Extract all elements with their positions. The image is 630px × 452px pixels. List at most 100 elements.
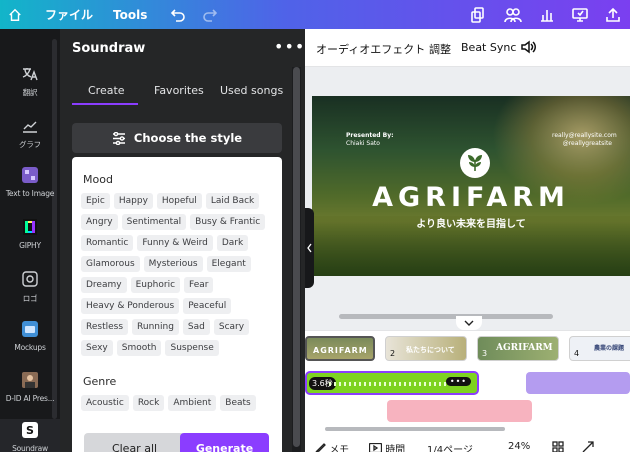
mood-chip[interactable]: Angry: [81, 214, 118, 230]
genre-chip[interactable]: Beats: [220, 395, 256, 411]
zoom-level[interactable]: 24%: [508, 441, 530, 452]
mood-title: Mood: [83, 173, 113, 186]
logo-icon: [22, 271, 38, 287]
rail-item-did-ai[interactable]: D-ID AI Pres...: [0, 372, 60, 403]
mood-chip[interactable]: Peaceful: [183, 298, 232, 314]
soundraw-panel: Soundraw ••• Create Favorites Used songs…: [60, 29, 305, 452]
canvas-scrollbar[interactable]: [339, 314, 553, 319]
timeline-scrollbar[interactable]: [325, 427, 505, 431]
genre-chip[interactable]: Acoustic: [81, 395, 129, 411]
mood-chip[interactable]: Busy & Frantic: [190, 214, 266, 230]
audio-track-selected[interactable]: 3.6秒 •••: [305, 371, 479, 395]
page-thumbnail-2[interactable]: 2 私たちについて: [385, 336, 467, 361]
beat-sync-button[interactable]: Beat Sync: [461, 41, 516, 54]
slide-handle: @reallygreatsite: [562, 140, 612, 147]
volume-button[interactable]: [521, 40, 536, 57]
present-button[interactable]: [572, 0, 588, 29]
rail-item-label: GIPHY: [19, 241, 41, 250]
share-people-button[interactable]: [504, 0, 522, 29]
mood-chip[interactable]: Restless: [81, 319, 129, 335]
mood-chip[interactable]: Smooth: [116, 340, 162, 356]
mood-chip[interactable]: Epic: [81, 193, 110, 209]
slide-preview[interactable]: Presented By: Chiaki Sato really@reallys…: [312, 96, 630, 276]
page-thumbnail-text: 農業の課題: [594, 345, 625, 352]
undo-button[interactable]: [170, 0, 186, 29]
genre-chip[interactable]: Ambient: [168, 395, 217, 411]
page-number: 4: [574, 349, 580, 358]
canvas-side-handle[interactable]: [305, 208, 314, 288]
clear-all-button[interactable]: Clear all: [84, 433, 185, 452]
left-rail: 翻訳 グラフ Text to Image GIPHY ロゴ Mockups D-…: [0, 29, 60, 452]
timeline: AGRIFARM 2 私たちについて 3 AGRIFARM 4 農業の課題 3.…: [305, 330, 630, 452]
mood-chip[interactable]: Euphoric: [130, 277, 181, 293]
mood-chip[interactable]: Elegant: [206, 256, 251, 272]
rail-item-soundraw[interactable]: S Soundraw: [0, 422, 60, 452]
slide-subtitle: より良い未来を目指して: [416, 219, 526, 230]
presented-by-label: Presented By:: [346, 132, 394, 139]
rail-item-label: D-ID AI Pres...: [5, 394, 55, 403]
audio-track-2[interactable]: [526, 372, 630, 394]
panel-scrollbar-thumb[interactable]: [293, 67, 300, 447]
genre-chip[interactable]: Rock: [132, 395, 165, 411]
panel-more-button[interactable]: •••: [274, 37, 305, 56]
rail-item-translate[interactable]: 翻訳: [0, 67, 60, 98]
insights-button[interactable]: [540, 0, 554, 29]
grid-view-button[interactable]: [552, 441, 564, 452]
mockups-icon: [22, 321, 38, 337]
mood-chip[interactable]: Dark: [216, 235, 249, 251]
audio-track-3[interactable]: [387, 400, 532, 422]
rail-item-mockups[interactable]: Mockups: [0, 321, 60, 352]
translate-icon: [22, 68, 38, 81]
page-indicator[interactable]: 1/4ページ: [427, 441, 473, 452]
rail-item-giphy[interactable]: GIPHY: [0, 219, 60, 250]
rail-item-logo[interactable]: ロゴ: [0, 271, 60, 304]
home-button[interactable]: [8, 0, 22, 29]
expand-icon: [582, 441, 594, 452]
tab-used-songs[interactable]: Used songs: [220, 84, 283, 97]
mood-chip[interactable]: Fear: [184, 277, 214, 293]
mood-chip[interactable]: Heavy & Ponderous: [81, 298, 180, 314]
mood-chip[interactable]: Laid Back: [205, 193, 260, 209]
time-label: 時間: [385, 445, 406, 452]
mood-chip[interactable]: Glamorous: [81, 256, 140, 272]
audio-more-button[interactable]: •••: [445, 377, 471, 386]
mood-chip[interactable]: Dreamy: [81, 277, 127, 293]
timer-button[interactable]: 時間: [368, 441, 406, 452]
active-tab-indicator: [72, 103, 138, 105]
rail-item-text-to-image[interactable]: Text to Image: [0, 167, 60, 198]
panel-scrollbar[interactable]: [292, 67, 301, 452]
adjust-button[interactable]: 調整: [429, 41, 451, 57]
tools-menu[interactable]: Tools: [113, 0, 147, 29]
mood-chip[interactable]: Scary: [213, 319, 250, 335]
mood-chip[interactable]: Mysterious: [143, 256, 203, 272]
redo-button[interactable]: [202, 0, 218, 29]
mood-chip[interactable]: Sad: [182, 319, 210, 335]
expand-timeline-button[interactable]: [456, 316, 482, 330]
leaf-icon: [468, 155, 482, 171]
copy-button[interactable]: [471, 0, 485, 29]
notes-button[interactable]: メモ: [315, 441, 349, 452]
mood-chip[interactable]: Funny & Weird: [137, 235, 213, 251]
tab-create[interactable]: Create: [88, 84, 125, 97]
page-thumbnail-4[interactable]: 4 農業の課題: [569, 336, 630, 361]
tab-favorites[interactable]: Favorites: [154, 84, 204, 97]
upload-button[interactable]: [606, 0, 620, 29]
chevron-down-icon: [464, 320, 474, 326]
mood-chip[interactable]: Hopeful: [156, 193, 202, 209]
mood-chip[interactable]: Happy: [113, 193, 153, 209]
mood-chip[interactable]: Suspense: [165, 340, 219, 356]
fullscreen-button[interactable]: [582, 441, 594, 452]
audio-effects-button[interactable]: オーディオエフェクト: [316, 41, 425, 57]
mood-chip[interactable]: Sentimental: [121, 214, 187, 230]
page-thumbnail-3[interactable]: 3 AGRIFARM: [477, 336, 559, 361]
mood-chip[interactable]: Sexy: [81, 340, 113, 356]
choose-style-button[interactable]: Choose the style: [72, 123, 282, 153]
page-thumbnail-1[interactable]: AGRIFARM: [305, 336, 375, 361]
choose-style-label: Choose the style: [133, 131, 243, 145]
rail-item-graph[interactable]: グラフ: [0, 119, 60, 150]
mood-chip[interactable]: Running: [132, 319, 179, 335]
mood-chip[interactable]: Romantic: [81, 235, 134, 251]
generate-button[interactable]: Generate: [180, 433, 269, 452]
file-menu[interactable]: ファイル: [45, 0, 93, 29]
bar-chart-icon: [541, 9, 553, 22]
